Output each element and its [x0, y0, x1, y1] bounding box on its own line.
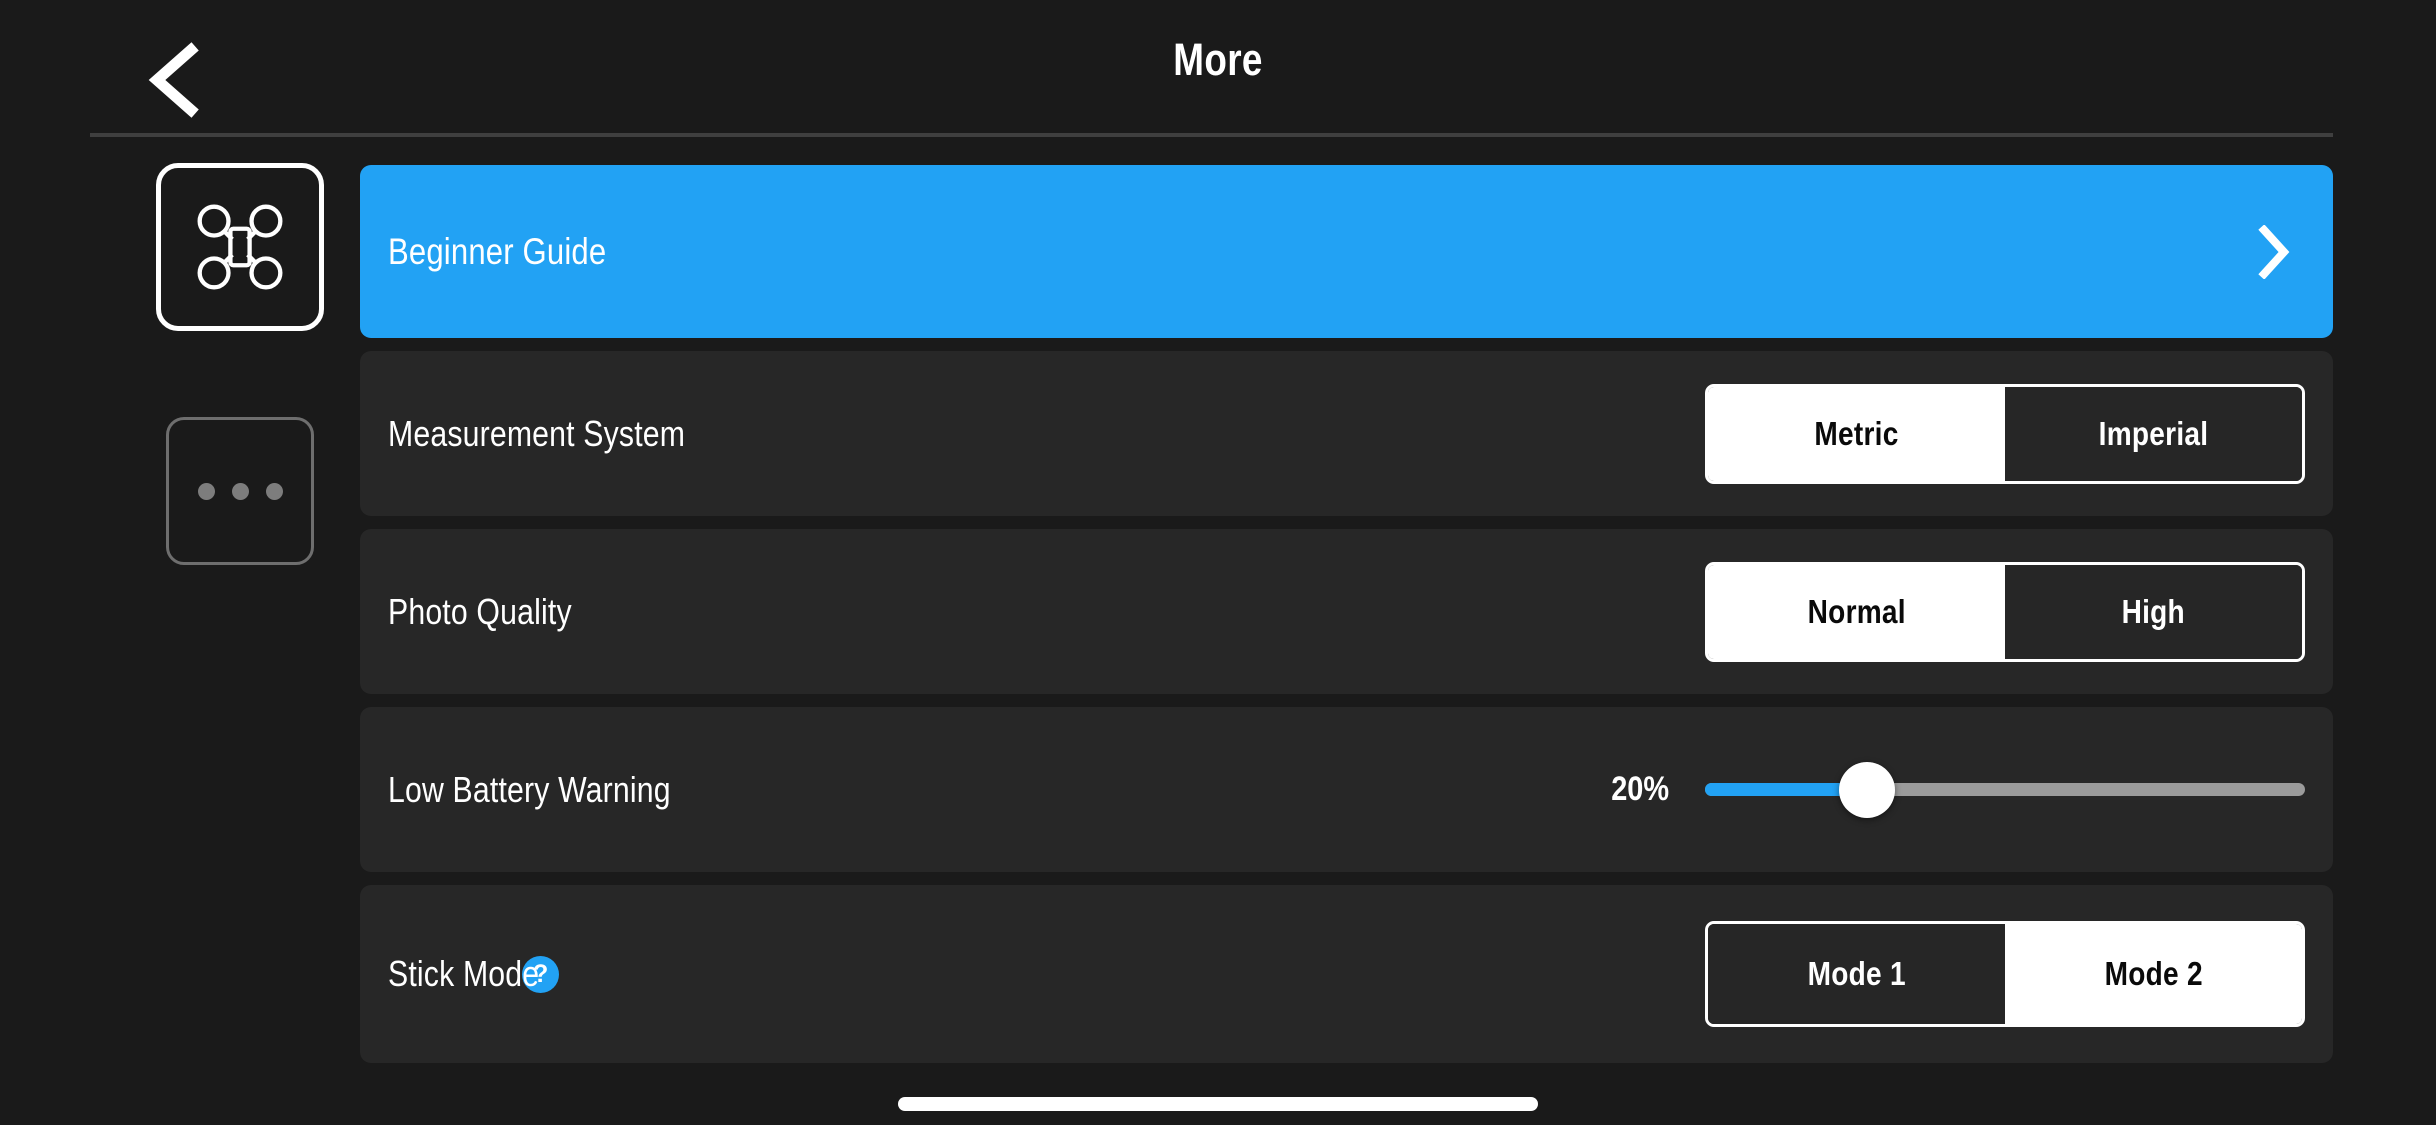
- measurement-system-label: Measurement System: [388, 412, 686, 454]
- segment-mode-2-label: Mode 2: [2104, 955, 2203, 992]
- segment-metric-label: Metric: [1814, 414, 1899, 452]
- segment-imperial[interactable]: Imperial: [2005, 386, 2302, 481]
- segment-normal-label: Normal: [1807, 592, 1906, 630]
- segment-mode-1[interactable]: Mode 1: [1708, 924, 2005, 1024]
- segment-mode-2[interactable]: Mode 2: [2005, 924, 2302, 1024]
- sidebar-item-more[interactable]: [166, 417, 314, 565]
- stick-mode-label-group: Stick Mode ?: [360, 953, 560, 995]
- chevron-left-icon: [148, 42, 199, 118]
- ellipsis-dot: [231, 482, 249, 500]
- beginner-guide-label: Beginner Guide: [388, 230, 607, 272]
- low-battery-slider-track[interactable]: [1705, 761, 2305, 818]
- ellipsis-icon: [197, 482, 283, 500]
- chevron-right-icon: [2258, 224, 2290, 279]
- segment-imperial-label: Imperial: [2098, 414, 2209, 452]
- photo-quality-row: Photo Quality Normal High: [360, 529, 2333, 694]
- low-battery-warning-label: Low Battery Warning: [388, 768, 671, 810]
- back-button[interactable]: [130, 40, 220, 120]
- segment-mode-1-label: Mode 1: [1807, 955, 1906, 992]
- stick-mode-row: Stick Mode ? Mode 1 Mode 2: [360, 885, 2333, 1063]
- header-divider: [90, 133, 2333, 137]
- photo-quality-label: Photo Quality: [388, 590, 572, 632]
- segment-high-label: High: [2121, 592, 2186, 630]
- sidebar-item-aircraft[interactable]: [156, 163, 324, 331]
- drone-icon: [197, 204, 283, 290]
- segment-normal[interactable]: Normal: [1708, 564, 2005, 659]
- low-battery-slider-thumb[interactable]: [1839, 761, 1895, 818]
- stick-mode-label: Stick Mode: [388, 953, 540, 994]
- photo-quality-segmented-control: Normal High: [1705, 561, 2305, 662]
- ellipsis-dot: [197, 482, 215, 500]
- low-battery-warning-row: Low Battery Warning 20%: [360, 707, 2333, 872]
- low-battery-slider-group: 20%: [1601, 761, 2305, 818]
- home-indicator-bar: [898, 1097, 1538, 1111]
- beginner-guide-chevron[interactable]: [2257, 224, 2291, 279]
- page-title: More: [1173, 34, 1263, 85]
- low-battery-value: 20%: [1611, 770, 1669, 808]
- sidebar: [156, 163, 326, 565]
- segment-metric[interactable]: Metric: [1708, 386, 2005, 481]
- measurement-system-segmented-control: Metric Imperial: [1705, 383, 2305, 484]
- app-header: More: [0, 0, 2436, 140]
- ellipsis-dot: [265, 482, 283, 500]
- measurement-system-row: Measurement System Metric Imperial: [360, 351, 2333, 516]
- segment-high[interactable]: High: [2005, 564, 2302, 659]
- app-screen: More Beginner Guide Measurement System M…: [0, 0, 2436, 1125]
- beginner-guide-row[interactable]: Beginner Guide: [360, 165, 2333, 338]
- settings-list: Beginner Guide Measurement System Metric…: [360, 165, 2333, 1063]
- stick-mode-segmented-control: Mode 1 Mode 2: [1705, 921, 2305, 1027]
